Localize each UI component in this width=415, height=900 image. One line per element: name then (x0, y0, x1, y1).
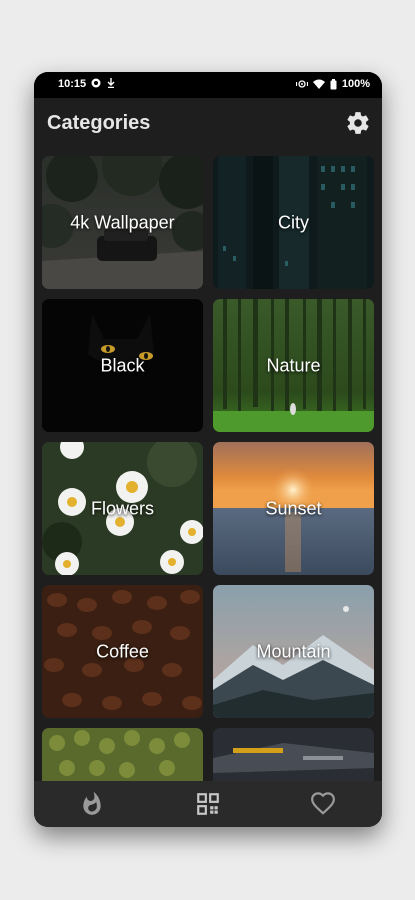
category-card-4k-wallpaper[interactable]: 4k Wallpaper (42, 156, 203, 289)
grid-icon (197, 793, 219, 815)
category-label: Mountain (256, 641, 331, 661)
notification-badge-icon (91, 78, 101, 88)
status-bar: 10:15 100% (34, 72, 382, 98)
category-label: Black (100, 355, 145, 375)
status-time: 10:15 (58, 78, 87, 90)
download-icon (107, 78, 115, 88)
category-card-black[interactable]: Black (42, 299, 203, 432)
category-label: Coffee (96, 641, 149, 661)
category-card-coffee[interactable]: Coffee (42, 585, 203, 718)
heart-icon (311, 792, 335, 815)
flame-icon (83, 791, 101, 815)
category-label: Sunset (265, 498, 322, 518)
category-grid: 4k Wallpaper City Black Nature Flowers S… (42, 156, 374, 782)
nav-trending-button[interactable] (79, 791, 105, 817)
gear-icon (347, 112, 369, 134)
settings-button[interactable] (345, 110, 371, 136)
category-label: Nature (266, 355, 321, 375)
category-label: City (278, 212, 309, 232)
bottom-navigation (34, 781, 382, 827)
category-card-flowers[interactable]: Flowers (42, 442, 203, 575)
category-card-nature[interactable]: Nature (213, 299, 374, 432)
nav-favorites-button[interactable] (310, 791, 336, 817)
vibrate-icon (295, 80, 308, 88)
app-header: Categories (34, 98, 382, 150)
phone-screen: 10:15 100% Categories 4k Wallpaper City … (34, 72, 382, 827)
wifi-icon (312, 79, 325, 89)
category-card-sunset[interactable]: Sunset (213, 442, 374, 575)
status-right: 100% (295, 78, 370, 90)
category-label: Flowers (90, 498, 154, 518)
category-image-industrial (213, 728, 374, 782)
battery-percent: 100% (341, 78, 370, 90)
category-label: 4k Wallpaper (70, 212, 175, 232)
category-card-mountain[interactable]: Mountain (213, 585, 374, 718)
category-card-city[interactable]: City (213, 156, 374, 289)
battery-icon (330, 78, 337, 89)
category-card-industrial[interactable] (213, 728, 374, 782)
page-title: Categories (47, 112, 151, 134)
status-notification-icons (91, 78, 115, 88)
category-image-forest-aerial (42, 728, 203, 782)
category-card-forest-aerial[interactable] (42, 728, 203, 782)
nav-categories-button[interactable] (195, 791, 221, 817)
